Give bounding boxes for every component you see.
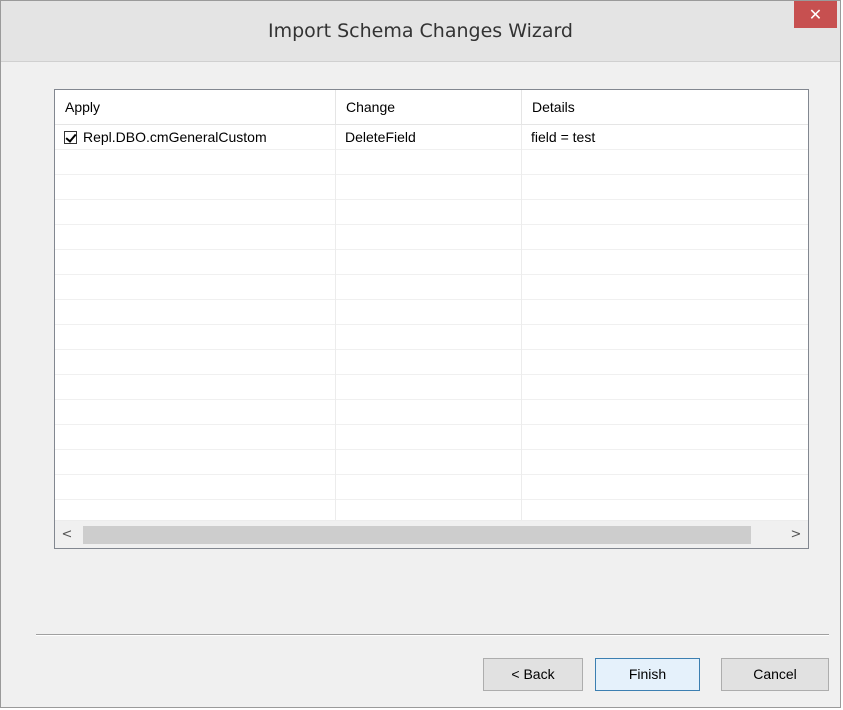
back-button[interactable]: < Back — [483, 658, 583, 691]
window-title: Import Schema Changes Wizard — [267, 20, 573, 42]
empty-row — [55, 225, 808, 250]
empty-row — [55, 300, 808, 325]
empty-row — [55, 150, 808, 175]
title-bar[interactable]: Import Schema Changes Wizard ✕ — [1, 1, 840, 62]
column-header-change[interactable]: Change — [336, 90, 522, 124]
empty-row — [55, 450, 808, 475]
details-cell: field = test — [531, 129, 596, 145]
scrollbar-thumb[interactable] — [83, 526, 751, 544]
change-cell: DeleteField — [336, 125, 522, 150]
grid-header: Apply Change Details — [55, 90, 808, 125]
empty-row — [55, 250, 808, 275]
empty-row — [55, 275, 808, 300]
empty-row — [55, 325, 808, 350]
changes-grid[interactable]: Apply Change Details Repl.DBO.cmGeneralC… — [54, 89, 809, 549]
checkbox-checked-icon — [65, 131, 77, 143]
chevron-right-icon[interactable]: > — [784, 521, 808, 548]
empty-row — [55, 400, 808, 425]
empty-row — [55, 500, 808, 522]
close-icon: ✕ — [808, 5, 823, 24]
apply-cell: Repl.DBO.cmGeneralCustom — [55, 125, 336, 150]
empty-row — [55, 475, 808, 500]
finish-button[interactable]: Finish — [595, 658, 700, 691]
apply-checkbox[interactable] — [64, 131, 77, 144]
chevron-left-icon[interactable]: < — [55, 521, 79, 548]
empty-row — [55, 200, 808, 225]
apply-object-name: Repl.DBO.cmGeneralCustom — [83, 129, 267, 145]
footer-separator — [36, 634, 829, 636]
close-button[interactable]: ✕ — [794, 1, 837, 28]
empty-row — [55, 425, 808, 450]
horizontal-scrollbar[interactable]: < > — [55, 520, 808, 548]
table-row[interactable]: Repl.DBO.cmGeneralCustom DeleteField fie… — [55, 125, 808, 150]
column-header-apply[interactable]: Apply — [55, 90, 336, 124]
column-header-details[interactable]: Details — [522, 90, 808, 124]
empty-row — [55, 375, 808, 400]
empty-row — [55, 350, 808, 375]
grid-rows: Repl.DBO.cmGeneralCustom DeleteField fie… — [55, 125, 808, 522]
cancel-button[interactable]: Cancel — [721, 658, 829, 691]
wizard-window: Import Schema Changes Wizard ✕ Apply Cha… — [0, 0, 841, 708]
empty-row — [55, 175, 808, 200]
